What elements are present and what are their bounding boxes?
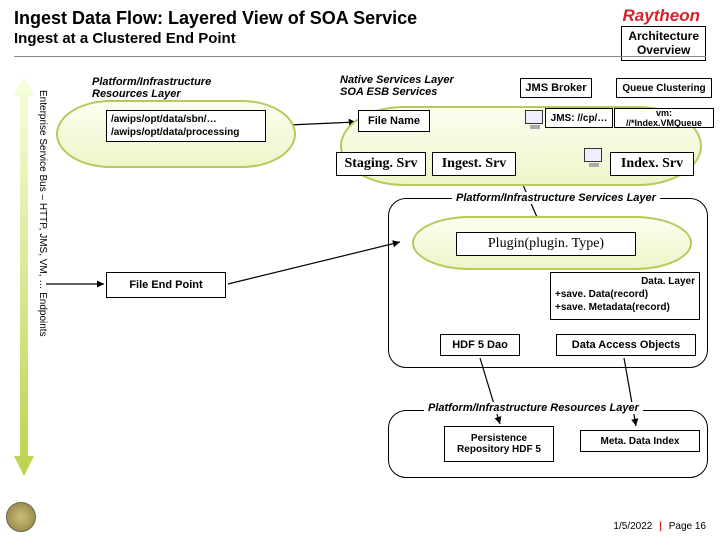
path-line2: /awips/opt/data/processing <box>111 126 261 139</box>
file-name-box: File Name <box>358 110 430 132</box>
footer-divider: | <box>655 521 666 532</box>
footer-page: Page 16 <box>669 521 706 532</box>
page-subtitle: Ingest at a Clustered End Point <box>14 30 706 47</box>
index-srv-box: Index. Srv <box>610 152 694 176</box>
page-title: Ingest Data Flow: Layered View of SOA Se… <box>14 8 706 29</box>
hdf5dao-box: HDF 5 Dao <box>440 334 520 356</box>
data-layer-l3: +save. Metadata(record) <box>555 301 695 314</box>
platform-layer-label: Platform/Infrastructure Resources Layer <box>92 76 211 100</box>
file-endpoint-box: File End Point <box>106 272 226 298</box>
esb-vertical-label: Enterprise Service Bus – HTTP, JMS, VM, … <box>34 90 48 470</box>
data-layer-l2: +save. Data(record) <box>555 288 695 301</box>
vertical-arrow <box>14 76 34 476</box>
ingest-srv-box: Ingest. Srv <box>432 152 516 176</box>
data-layer-l1: Data. Layer <box>555 275 695 288</box>
persistence-box: Persistence Repository HDF 5 <box>444 426 554 462</box>
arch-line1: Architecture <box>628 29 699 43</box>
computer-icon <box>584 148 602 162</box>
header-divider <box>14 56 706 57</box>
footer-date: 1/5/2022 <box>613 521 652 532</box>
computer-icon <box>525 110 543 124</box>
path-line1: /awips/opt/data/sbn/… <box>111 113 261 126</box>
jms-broker-box: JMS Broker <box>520 78 592 98</box>
resources-layer-title: Platform/Infrastructure Resources Layer <box>424 402 643 414</box>
raytheon-logo: Raytheon <box>623 6 700 26</box>
plugin-box: Plugin(plugin. Type) <box>456 232 636 256</box>
seal-badge-icon <box>6 502 36 532</box>
staging-srv-box: Staging. Srv <box>336 152 426 176</box>
data-layer-box: Data. Layer +save. Data(record) +save. M… <box>550 272 700 320</box>
jms-cp-box: JMS: //cp/… <box>545 108 613 128</box>
queue-clustering-box: Queue Clustering <box>616 78 712 98</box>
footer: 1/5/2022 | Page 16 <box>613 521 706 532</box>
awips-paths-box: /awips/opt/data/sbn/… /awips/opt/data/pr… <box>106 110 266 142</box>
services-layer-title: Platform/Infrastructure Services Layer <box>452 192 660 204</box>
dao-box: Data Access Objects <box>556 334 696 356</box>
native-layer-label: Native Services Layer SOA ESB Services <box>340 74 454 98</box>
metadata-index-box: Meta. Data Index <box>580 430 700 452</box>
vm-queue-box: vm: //*Index.VMQueue <box>614 108 714 128</box>
